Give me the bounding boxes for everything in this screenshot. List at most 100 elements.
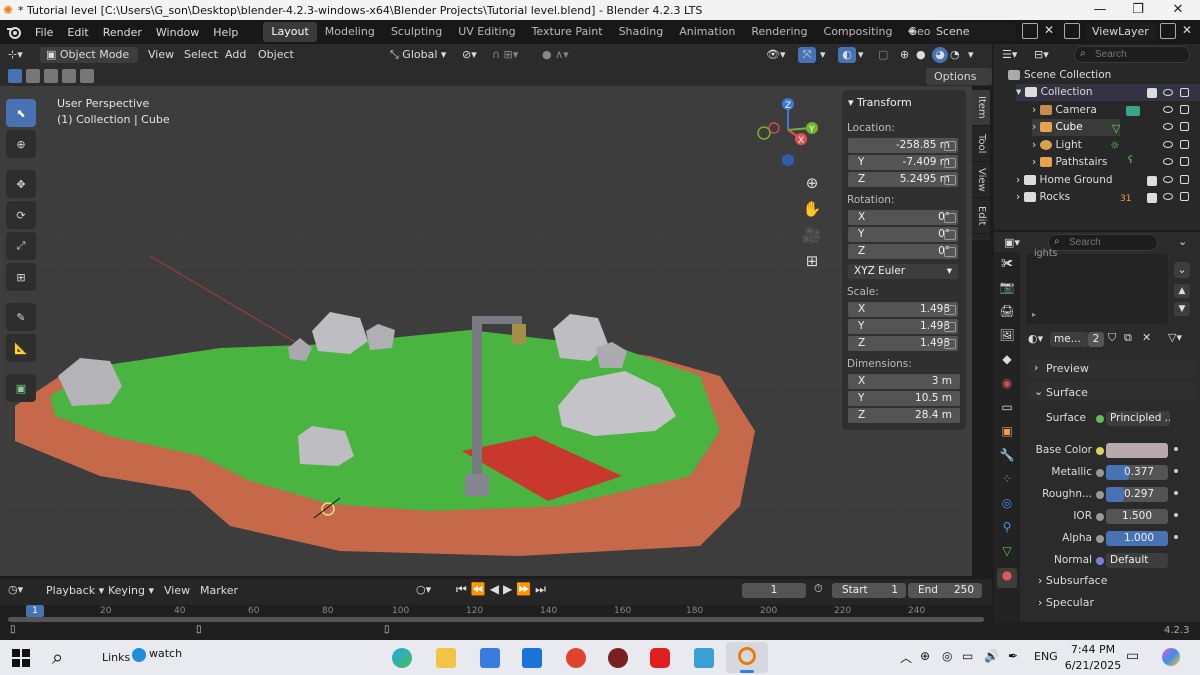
search-icon[interactable]: ⌕ <box>52 645 63 669</box>
rotation-x-field[interactable]: X 0° <box>848 210 958 225</box>
rotation-y-field[interactable]: Y 0° <box>848 227 958 242</box>
location-z-field[interactable]: Z 5.2495 m <box>848 172 958 187</box>
ior-field[interactable]: 1.500 <box>1106 509 1168 524</box>
cursor-tool[interactable]: ⊕ <box>6 130 36 158</box>
overlay-dropdown-icon[interactable]: ▾ <box>858 47 864 63</box>
link-mode-icon[interactable]: ▽▾ <box>1168 331 1182 344</box>
preview-panel-header[interactable]: › Preview <box>1028 359 1196 377</box>
panel-options-icon[interactable]: ⌄ <box>1178 235 1187 248</box>
expand-arrow-icon[interactable]: ▸ <box>1032 310 1036 319</box>
overlay-toggle-icon[interactable]: ◐ <box>838 47 856 63</box>
alpha-slider[interactable]: 1.000 <box>1106 531 1168 546</box>
modifier-icon[interactable]: ▽ <box>1112 122 1120 135</box>
outliner-editor-icon[interactable]: ☰▾ <box>1002 48 1017 61</box>
display-mode-icon[interactable]: ⊟▾ <box>1034 48 1049 61</box>
store-icon[interactable] <box>480 648 500 668</box>
tray-globe-icon[interactable]: ⊕ <box>920 649 930 663</box>
annotate-tool[interactable]: ✎ <box>6 303 36 331</box>
properties-editor-icon[interactable]: ▣▾ <box>1004 236 1020 249</box>
xray-icon[interactable]: ▢ <box>878 47 888 63</box>
menu-select[interactable]: Select <box>184 47 218 63</box>
render-camera-icon[interactable] <box>1180 157 1189 166</box>
output-tab-icon[interactable]: 🖨 <box>997 304 1017 324</box>
reddit-icon[interactable] <box>566 648 586 668</box>
rocks-checkbox[interactable] <box>1147 193 1157 203</box>
location-y-field[interactable]: Y -7.409 m <box>848 155 958 170</box>
keyframe-dot[interactable] <box>1174 491 1178 495</box>
render-tab-icon[interactable]: 📷 <box>997 280 1017 300</box>
transform-header[interactable]: ▾ Transform <box>848 96 912 109</box>
keyframe-dot[interactable] <box>1174 469 1178 473</box>
ortho-grid-icon[interactable]: ⊞ <box>802 248 822 274</box>
shading-dropdown-icon[interactable]: ▾ <box>968 47 974 63</box>
surface-panel-header[interactable]: ⌄ Surface <box>1028 383 1196 401</box>
material-sphere-icon[interactable]: ◐▾ <box>1028 332 1043 345</box>
menu-keying[interactable]: Keying ▾ <box>108 584 154 597</box>
specular-section[interactable]: › Specular <box>1038 596 1094 609</box>
menu-view[interactable]: View <box>148 47 174 63</box>
dimension-y-field[interactable]: Y 10.5 m <box>848 391 960 406</box>
particles-tab-icon[interactable]: ⁘ <box>997 472 1017 492</box>
keyframe-dot[interactable] <box>1174 513 1178 517</box>
timeline-editor-icon[interactable]: ◷▾ <box>8 583 23 596</box>
blender-logo-icon[interactable] <box>6 24 22 40</box>
menu-object[interactable]: Object <box>258 47 294 63</box>
scale-x-field[interactable]: X 1.498 <box>848 302 958 317</box>
select-invert-icon[interactable] <box>62 69 76 83</box>
menu-marker[interactable]: Marker <box>200 584 238 597</box>
collection-tab-icon[interactable]: ▭ <box>997 400 1017 420</box>
outliner-item-light[interactable]: › Light <box>1032 137 1082 154</box>
rotation-z-field[interactable]: Z 0° <box>848 244 958 259</box>
tab-sculpting[interactable]: Sculpting <box>383 22 450 42</box>
gizmo-dropdown-icon[interactable]: ▾ <box>820 47 826 63</box>
copilot-icon[interactable] <box>1162 648 1180 666</box>
rotate-tool[interactable]: ⟳ <box>6 201 36 229</box>
duplicate-material-icon[interactable]: ⧉ <box>1124 331 1132 345</box>
eye-icon[interactable] <box>1163 141 1173 148</box>
eye-icon[interactable] <box>1163 176 1173 183</box>
tab-uv-editing[interactable]: UV Editing <box>450 22 523 42</box>
outliner-item-camera[interactable]: › Camera <box>1032 102 1097 119</box>
snap-icon[interactable]: ∩ ⊞▾ <box>492 47 518 63</box>
taskbar-watch[interactable]: watch <box>149 647 182 660</box>
pivot-icon[interactable]: ⊘▾ <box>462 47 477 63</box>
proportional-edit-icon[interactable]: ● ∧▾ <box>542 47 569 63</box>
tab-layout[interactable]: Layout <box>263 22 317 42</box>
playhead[interactable]: 1 <box>26 605 44 617</box>
tray-battery-icon[interactable]: ▭ <box>962 649 973 663</box>
render-camera-icon[interactable] <box>1180 122 1189 131</box>
viewlayer-icon[interactable] <box>1064 23 1080 39</box>
location-x-field[interactable]: -258.85 m <box>848 138 958 153</box>
scene-tab-icon[interactable]: ◆ <box>997 352 1017 372</box>
select-new-icon[interactable] <box>8 69 22 83</box>
tray-chevron-icon[interactable]: ︿ <box>900 649 912 666</box>
object-tab-icon[interactable]: ▣ <box>997 424 1017 444</box>
tray-camera-icon[interactable]: ◎ <box>942 649 952 663</box>
outliner-search-input[interactable] <box>1074 46 1190 63</box>
world-tab-icon[interactable]: ◉ <box>997 376 1017 396</box>
delete-viewlayer-icon[interactable]: ✕ <box>1182 23 1192 37</box>
move-up-icon[interactable]: ▲ <box>1174 284 1190 298</box>
view-layer-tab-icon[interactable]: 🖼 <box>997 328 1017 348</box>
menu-render[interactable]: Render <box>96 26 149 39</box>
delete-scene-icon[interactable]: ✕ <box>1044 23 1054 37</box>
outliner-item-rocks[interactable]: › Rocks <box>1016 189 1070 206</box>
scene-icon[interactable]: ◈ <box>908 24 926 40</box>
start-frame-field[interactable]: Start 1 <box>832 583 906 598</box>
home-ground-checkbox[interactable] <box>1147 176 1157 186</box>
base-color-swatch[interactable] <box>1106 443 1168 458</box>
outliner-item-cube[interactable]: › Cube <box>1032 119 1120 136</box>
keyframe-dot[interactable] <box>1174 447 1178 451</box>
new-scene-icon[interactable] <box>1022 23 1038 39</box>
mail-icon[interactable] <box>522 648 542 668</box>
move-down-icon[interactable]: ▼ <box>1174 302 1190 316</box>
solid-shading-icon[interactable]: ● <box>916 47 926 63</box>
tab-compositing[interactable]: Compositing <box>816 22 901 42</box>
mode-selector[interactable]: ▣ Object Mode ▾ <box>40 47 138 77</box>
menu-timeline-view[interactable]: View <box>164 584 190 597</box>
eye-icon[interactable] <box>1163 158 1173 165</box>
tab-edit[interactable]: Edit <box>972 198 990 234</box>
taskbar-links[interactable]: Links <box>102 651 130 664</box>
data-tab-icon[interactable]: ▽ <box>997 544 1017 564</box>
tab-rendering[interactable]: Rendering <box>743 22 815 42</box>
